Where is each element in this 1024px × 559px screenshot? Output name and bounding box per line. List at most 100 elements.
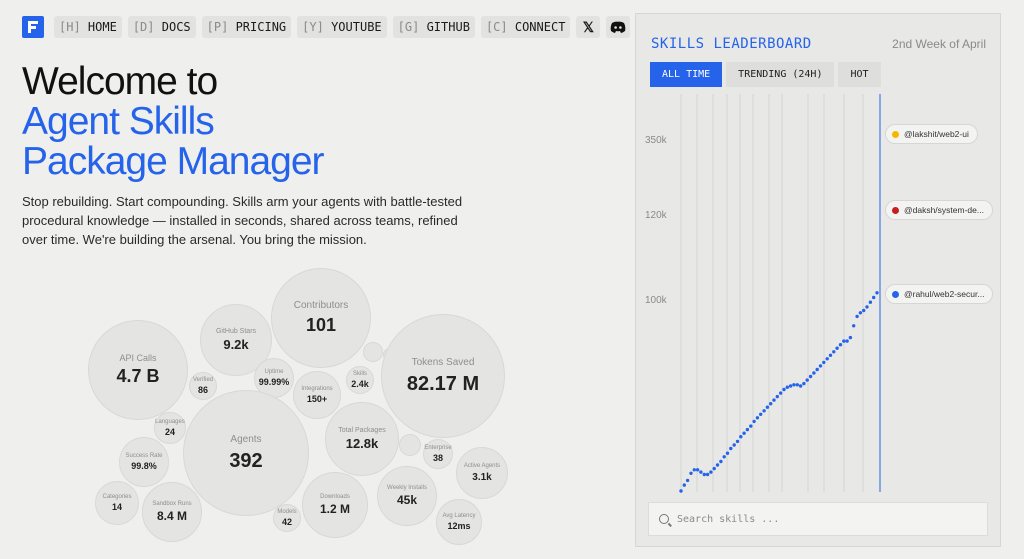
stat-bubble-enterprise[interactable]: Enterprise 38 bbox=[423, 439, 453, 469]
series-point bbox=[825, 357, 829, 361]
series-point bbox=[742, 431, 746, 435]
series-point bbox=[792, 383, 796, 387]
series-point bbox=[815, 367, 819, 372]
leaderboard-title: SKILLS LEADERBOARD bbox=[651, 36, 812, 52]
series-point bbox=[719, 459, 723, 464]
series-point bbox=[845, 339, 849, 343]
stat-label: Integrations bbox=[301, 385, 333, 392]
series-point bbox=[779, 391, 783, 395]
series-point bbox=[702, 472, 706, 477]
series-point bbox=[689, 471, 693, 475]
stat-label: Success Rate bbox=[125, 452, 163, 459]
stat-bubble-agents[interactable]: Agents 392 bbox=[183, 390, 309, 516]
stat-value: 150+ bbox=[306, 393, 328, 404]
series-point bbox=[682, 483, 686, 487]
tab-hot[interactable]: HOT bbox=[838, 62, 881, 87]
stat-label: Models bbox=[277, 508, 297, 515]
stat-label: GitHub Stars bbox=[215, 327, 257, 335]
tab-all-time[interactable]: ALL TIME bbox=[650, 62, 723, 87]
leaderboard-week: 2nd Week of April bbox=[892, 37, 986, 51]
series-point bbox=[868, 300, 873, 304]
series-point bbox=[875, 291, 879, 295]
stat-value: 86 bbox=[197, 384, 208, 395]
decorative-bubble bbox=[399, 434, 421, 456]
stat-label: Verified bbox=[192, 376, 213, 383]
series-point bbox=[709, 470, 713, 474]
stat-label: Sandbox Runs bbox=[152, 500, 192, 507]
stat-bubble-api-calls[interactable]: API Calls 4.7 B bbox=[88, 320, 188, 420]
y-tick-label: 100k bbox=[645, 295, 668, 306]
leaderboard-entry[interactable]: @daksh/system-de... bbox=[885, 200, 993, 220]
series-point bbox=[765, 405, 770, 409]
series-point bbox=[808, 374, 813, 379]
stat-label: Enterprise bbox=[424, 444, 452, 451]
stat-bubble-success-rate[interactable]: Success Rate 99.8% bbox=[119, 437, 169, 487]
tab-trending-24h[interactable]: TRENDING (24H) bbox=[726, 62, 835, 87]
series-point bbox=[755, 416, 760, 420]
series-point bbox=[782, 387, 786, 392]
series-point bbox=[732, 443, 736, 447]
stat-value: 12ms bbox=[447, 520, 471, 531]
stat-bubble-categories[interactable]: Categories 14 bbox=[95, 481, 139, 525]
stat-bubble-tokens-saved[interactable]: Tokens Saved 82.17 M bbox=[381, 314, 505, 438]
stat-value: 2.4k bbox=[351, 378, 369, 389]
series-point bbox=[699, 470, 703, 474]
series-point bbox=[795, 383, 799, 387]
stat-bubble-verified[interactable]: Verified 86 bbox=[189, 372, 217, 400]
stat-value: 9.2k bbox=[223, 336, 249, 352]
leaderboard-entry[interactable]: @lakshit/web2-ui bbox=[885, 124, 978, 144]
stat-label: Tokens Saved bbox=[411, 357, 475, 369]
series-point bbox=[812, 371, 816, 375]
leaderboard-panel: SKILLS LEADERBOARD 2nd Week of April ALL… bbox=[635, 13, 1001, 547]
entry-color-dot bbox=[892, 130, 899, 138]
entry-color-dot bbox=[892, 290, 899, 298]
series-point bbox=[832, 350, 836, 354]
stat-bubble-downloads[interactable]: Downloads 1.2 M bbox=[302, 472, 368, 538]
series-point bbox=[865, 305, 869, 309]
series-point bbox=[838, 343, 843, 347]
stat-bubble-weekly-installs[interactable]: Weekly Installs 45k bbox=[377, 466, 437, 526]
stat-bubble-sandbox-runs[interactable]: Sandbox Runs 8.4 M bbox=[142, 482, 202, 542]
stat-value: 24 bbox=[164, 426, 175, 437]
stat-bubble-models[interactable]: Models 42 bbox=[273, 504, 301, 532]
stats-bubble-cloud: Contributors 101 GitHub Stars 9.2k API Calls… bbox=[0, 0, 620, 559]
stat-bubble-contributors[interactable]: Contributors 101 bbox=[271, 268, 371, 368]
stat-bubble-integrations[interactable]: Integrations 150+ bbox=[293, 371, 341, 419]
series-point bbox=[822, 360, 826, 365]
search-input[interactable] bbox=[677, 513, 977, 525]
stat-value: 392 bbox=[229, 449, 263, 472]
search-box[interactable] bbox=[648, 502, 988, 536]
series-point bbox=[872, 295, 876, 300]
entry-color-dot bbox=[892, 206, 899, 214]
stat-label: Skills bbox=[352, 370, 367, 377]
series-point bbox=[735, 439, 740, 444]
leaderboard-entry[interactable]: @rahul/web2-secur... bbox=[885, 284, 994, 304]
series-point bbox=[705, 472, 710, 477]
stat-value: 42 bbox=[281, 516, 292, 527]
series-point bbox=[798, 384, 803, 388]
series-point bbox=[692, 468, 696, 472]
series-point bbox=[855, 314, 859, 319]
series-point bbox=[695, 468, 700, 472]
series-point bbox=[848, 335, 853, 340]
stat-bubble-active-agents[interactable]: Active Agents 3.1k bbox=[456, 447, 508, 499]
series-point bbox=[722, 455, 726, 459]
stat-value: 8.4 M bbox=[156, 508, 187, 523]
series-point bbox=[712, 466, 716, 471]
stat-label: Uptime bbox=[264, 368, 284, 375]
stat-bubble-avg-latency[interactable]: Avg Latency 12ms bbox=[436, 499, 482, 545]
series-point bbox=[715, 463, 720, 467]
series-point bbox=[818, 364, 823, 368]
series-point bbox=[745, 427, 750, 432]
series-point bbox=[752, 419, 756, 424]
stat-label: API Calls bbox=[119, 352, 157, 363]
stat-bubble-total-packages[interactable]: Total Packages 12.8k bbox=[325, 402, 399, 476]
series-point bbox=[852, 324, 856, 328]
stat-bubble-languages[interactable]: Languages 24 bbox=[154, 412, 186, 444]
series-point bbox=[835, 346, 839, 350]
series-point bbox=[842, 339, 846, 343]
stat-bubble-skills[interactable]: Skills 2.4k bbox=[346, 366, 374, 394]
series-point bbox=[862, 308, 866, 313]
series-point bbox=[858, 311, 863, 315]
stat-label: Weekly Installs bbox=[387, 484, 427, 491]
